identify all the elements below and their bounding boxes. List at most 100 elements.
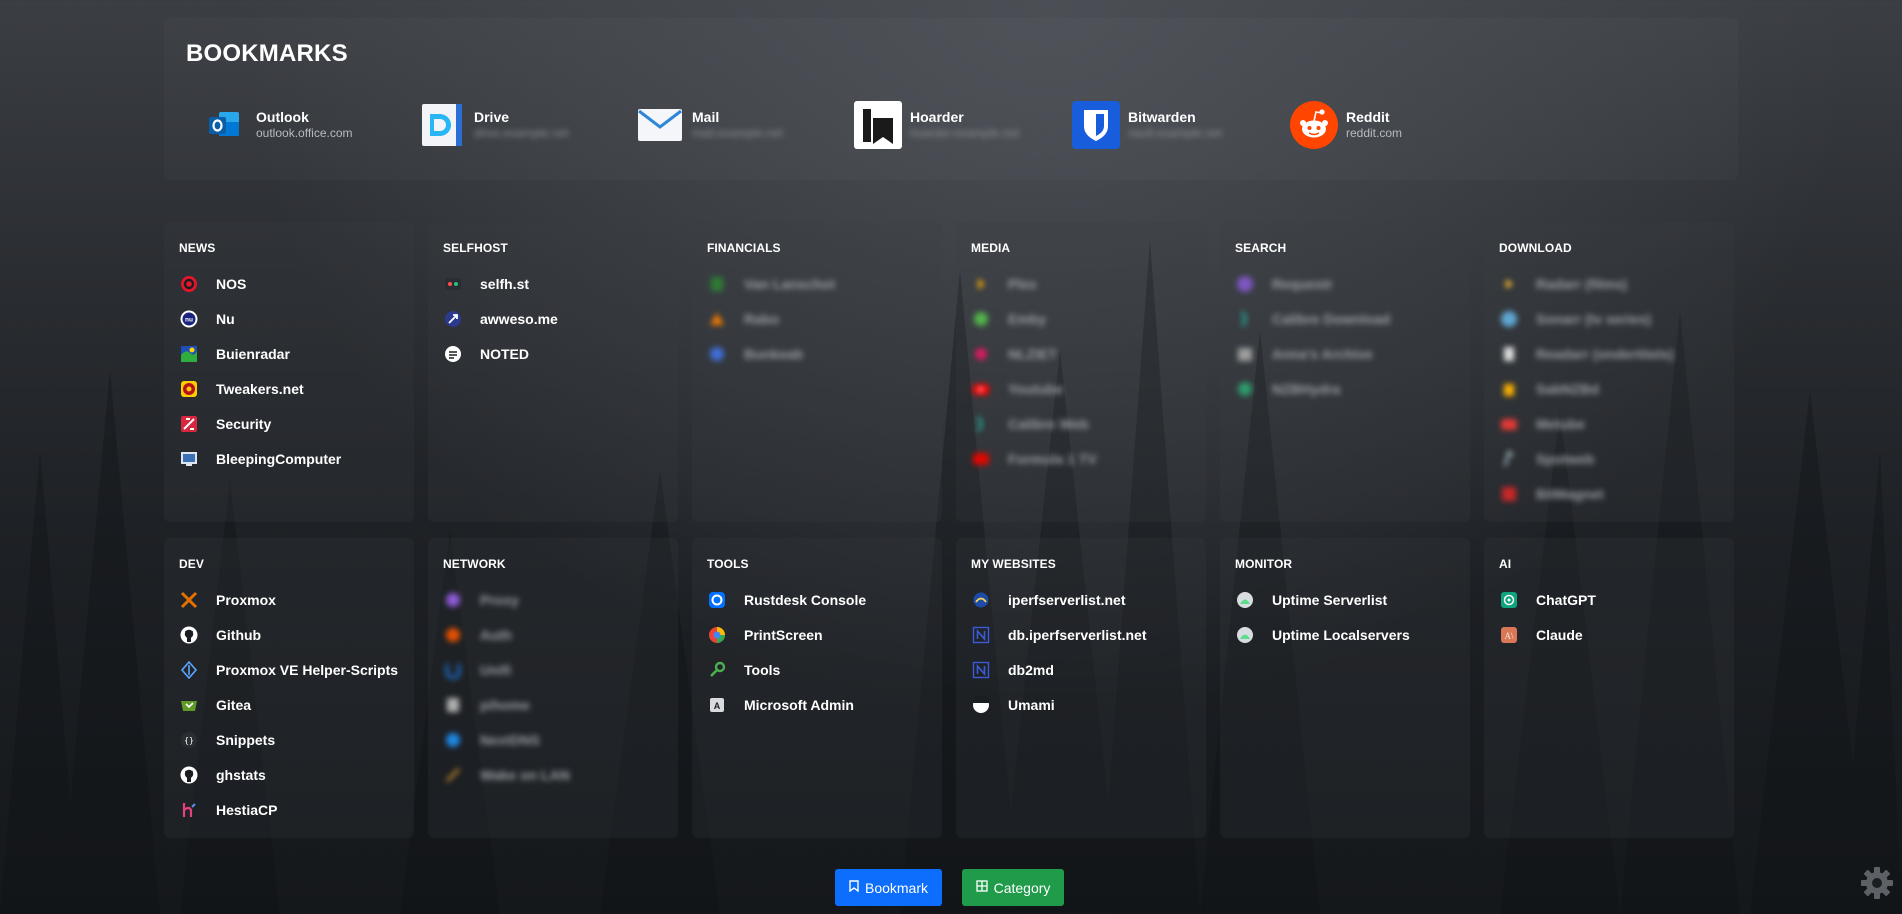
category-title: MONITOR xyxy=(1235,557,1293,571)
add-bookmark-button[interactable]: Bookmark xyxy=(835,869,942,906)
category-link-label: Bunkeab xyxy=(744,345,804,362)
category-link[interactable]: Calibre Web xyxy=(971,406,1198,441)
category-link[interactable]: NLZIET xyxy=(971,336,1198,371)
category-link[interactable]: Unifi xyxy=(443,652,670,687)
category-link[interactable]: awweso.me xyxy=(443,301,670,336)
category-link[interactable]: BitMagnet xyxy=(1499,476,1726,511)
bookmark-outlook[interactable]: Outlook outlook.office.com xyxy=(200,100,353,150)
bookmark-mail[interactable]: Mail mail.example.net xyxy=(636,100,783,150)
bookmark-name: Outlook xyxy=(256,109,309,125)
category-link-label: PrintScreen xyxy=(744,626,823,643)
category-link[interactable]: Readarr (ondertitels) xyxy=(1499,336,1726,371)
category-title: DEV xyxy=(179,557,204,571)
claude-icon: A\ xyxy=(1499,625,1519,645)
category-link[interactable]: Bunkeab xyxy=(707,336,934,371)
category-link[interactable]: Van Lanschot xyxy=(707,266,934,301)
add-category-button[interactable]: Category xyxy=(962,869,1064,906)
proxmox-icon xyxy=(179,590,199,610)
bookmark-url: outlook.office.com xyxy=(256,126,353,140)
category-link[interactable]: Umami xyxy=(971,687,1198,722)
category-link[interactable]: Sonarr (tv series) xyxy=(1499,301,1726,336)
category-link[interactable]: Uptime Localservers xyxy=(1235,617,1462,652)
category-link-label: Umami xyxy=(1008,696,1055,713)
metube-icon xyxy=(1499,414,1519,434)
category-network: NETWORK Proxy Auth Unifi pihome NextDNS Wake o… xyxy=(428,538,678,838)
category-link[interactable]: NZBHydra xyxy=(1235,371,1462,406)
category-link-label: pihome xyxy=(480,696,530,713)
category-link-label: NZBHydra xyxy=(1272,380,1341,397)
bookmark-reddit[interactable]: Reddit reddit.com xyxy=(1290,100,1402,150)
category-link-label: Requestr xyxy=(1272,275,1333,292)
category-link[interactable]: pihome xyxy=(443,687,670,722)
category-link[interactable]: NOS xyxy=(179,266,406,301)
category-link[interactable]: Github xyxy=(179,617,406,652)
category-link[interactable]: selfh.st xyxy=(443,266,670,301)
category-link[interactable]: Security xyxy=(179,406,406,441)
category-link[interactable]: Tools xyxy=(707,652,934,687)
category-link[interactable]: BleepingComputer xyxy=(179,441,406,476)
category-link[interactable]: HestiaCP xyxy=(179,792,406,827)
category-link[interactable]: A\ Claude xyxy=(1499,617,1726,652)
bookmark-url: vault.example.net xyxy=(1128,126,1223,140)
proxy-icon xyxy=(443,590,463,610)
bookmark-drive[interactable]: Drive drive.example.net xyxy=(418,100,569,150)
category-title: MY WEBSITES xyxy=(971,557,1056,571)
settings-gear-icon[interactable] xyxy=(1860,866,1894,900)
category-link[interactable]: Formula 1 TV xyxy=(971,441,1198,476)
category-link[interactable]: Youtube xyxy=(971,371,1198,406)
category-link-label: BleepingComputer xyxy=(216,450,342,467)
category-link[interactable]: Buienradar xyxy=(179,336,406,371)
selfhst-icon xyxy=(443,274,463,294)
category-dev: DEV Proxmox Github Proxmox VE Helper-Script… xyxy=(164,538,414,838)
category-link[interactable]: A Microsoft Admin xyxy=(707,687,934,722)
category-link[interactable]: Radarr (films) xyxy=(1499,266,1726,301)
bookmark-hoarder[interactable]: Hoarder hoarder.example.net xyxy=(854,100,1019,150)
category-link-label: awweso.me xyxy=(480,310,558,327)
category-link-label: Uptime Serverlist xyxy=(1272,591,1388,608)
iperf-icon xyxy=(971,590,991,610)
category-link[interactable]: Proxy xyxy=(443,582,670,617)
category-link[interactable]: Emby xyxy=(971,301,1198,336)
category-link[interactable]: Uptime Serverlist xyxy=(1235,582,1462,617)
category-link[interactable]: {} Snippets xyxy=(179,722,406,757)
category-link-label: NOTED xyxy=(480,345,529,362)
category-link[interactable]: Calibre Download xyxy=(1235,301,1462,336)
category-link[interactable]: Proxmox xyxy=(179,582,406,617)
category-link[interactable]: Gitea xyxy=(179,687,406,722)
category-link[interactable]: Auth xyxy=(443,617,670,652)
category-link-label: Readarr (ondertitels) xyxy=(1536,345,1674,362)
category-link[interactable]: NextDNS xyxy=(443,722,670,757)
tweakers-icon xyxy=(179,379,199,399)
category-link[interactable]: ChatGPT xyxy=(1499,582,1726,617)
category-link[interactable]: NOTED xyxy=(443,336,670,371)
category-link[interactable]: iperfserverlist.net xyxy=(971,582,1198,617)
category-link-label: NextDNS xyxy=(480,731,540,748)
category-link[interactable]: Anna's Archive xyxy=(1235,336,1462,371)
category-link[interactable]: Plex xyxy=(971,266,1198,301)
uptime-kuma-icon xyxy=(1235,625,1255,645)
category-link[interactable]: db.iperfserverlist.net xyxy=(971,617,1198,652)
category-link-label: NLZIET xyxy=(1008,345,1057,362)
category-link[interactable]: Wake on LAN xyxy=(443,757,670,792)
category-link-list: ChatGPT A\ Claude xyxy=(1499,582,1726,652)
category-link[interactable]: Proxmox VE Helper-Scripts xyxy=(179,652,406,687)
category-link[interactable]: Spotweb xyxy=(1499,441,1726,476)
category-link-label: Proxmox xyxy=(216,591,276,608)
nlziet-icon xyxy=(971,344,991,364)
category-link-label: Snippets xyxy=(216,731,276,748)
category-link[interactable]: PrintScreen xyxy=(707,617,934,652)
category-link[interactable]: db2md xyxy=(971,652,1198,687)
bookmark-bitwarden[interactable]: Bitwarden vault.example.net xyxy=(1072,100,1222,150)
category-link-label: Nu xyxy=(216,310,235,327)
category-link[interactable]: Rabo xyxy=(707,301,934,336)
category-link[interactable]: Requestr xyxy=(1235,266,1462,301)
category-link-list: Plex Emby NLZIET Youtube Calibre Web Formula … xyxy=(971,266,1198,476)
category-link[interactable]: ghstats xyxy=(179,757,406,792)
mail-icon xyxy=(636,101,684,149)
category-link[interactable]: Metube xyxy=(1499,406,1726,441)
category-link[interactable]: Tweakers.net xyxy=(179,371,406,406)
category-link[interactable]: SabNZBd xyxy=(1499,371,1726,406)
category-link[interactable]: nu Nu xyxy=(179,301,406,336)
nzbhydra-icon xyxy=(1235,379,1255,399)
category-link[interactable]: Rustdesk Console xyxy=(707,582,934,617)
